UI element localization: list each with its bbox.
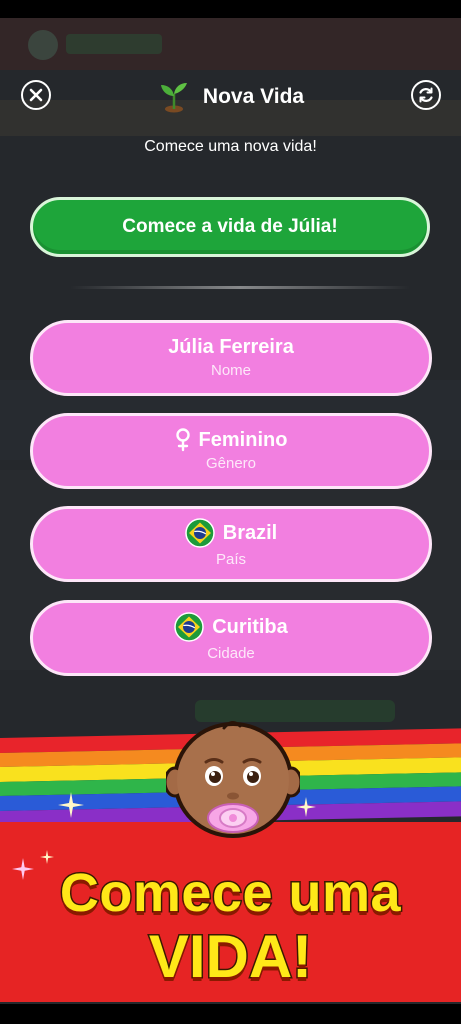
brazil-flag-icon [185,518,215,548]
screen: Nova Vida Comece uma nova vida! Comece a… [0,0,461,1024]
name-value: Júlia Ferreira [168,336,294,358]
baby-pacifier-icon [166,721,300,838]
gender-label: Gênero [205,455,257,472]
gender-value: Feminino [198,429,288,451]
reload-button[interactable] [411,80,441,110]
country-value-row: Brazil [185,518,277,548]
gender-option-button[interactable]: Feminino Gênero [30,413,432,489]
promo-headline-line1: Comece uma [58,862,402,925]
modal-subtitle: Comece uma nova vida! [144,138,317,155]
promo-headline-line2: VIDA! [147,922,313,992]
country-value: Brazil [222,522,278,544]
refresh-icon [419,87,433,103]
city-value: Curitiba [212,616,288,638]
status-strip [0,0,461,18]
brazil-flag-icon [174,612,204,642]
modal-title-bar: Nova Vida [0,80,461,114]
start-life-button[interactable]: Comece a vida de Júlia! [30,197,430,257]
country-label: País [215,551,246,568]
city-option-button[interactable]: Curitiba Cidade [30,600,432,676]
gender-value-row: Feminino [175,428,288,452]
sparkle-icon [58,792,84,818]
city-label: Cidade [207,645,255,662]
bottom-strip [0,1004,461,1024]
page-title: Nova Vida [202,85,305,108]
name-value-row: Júlia Ferreira [168,335,294,359]
city-value-row: Curitiba [174,612,288,642]
name-option-button[interactable]: Júlia Ferreira Nome [30,320,432,396]
country-option-button[interactable]: Brazil País [30,506,432,582]
female-symbol-icon [175,428,190,452]
sprout-icon [160,83,187,113]
divider [70,286,410,289]
name-label: Nome [210,362,251,379]
